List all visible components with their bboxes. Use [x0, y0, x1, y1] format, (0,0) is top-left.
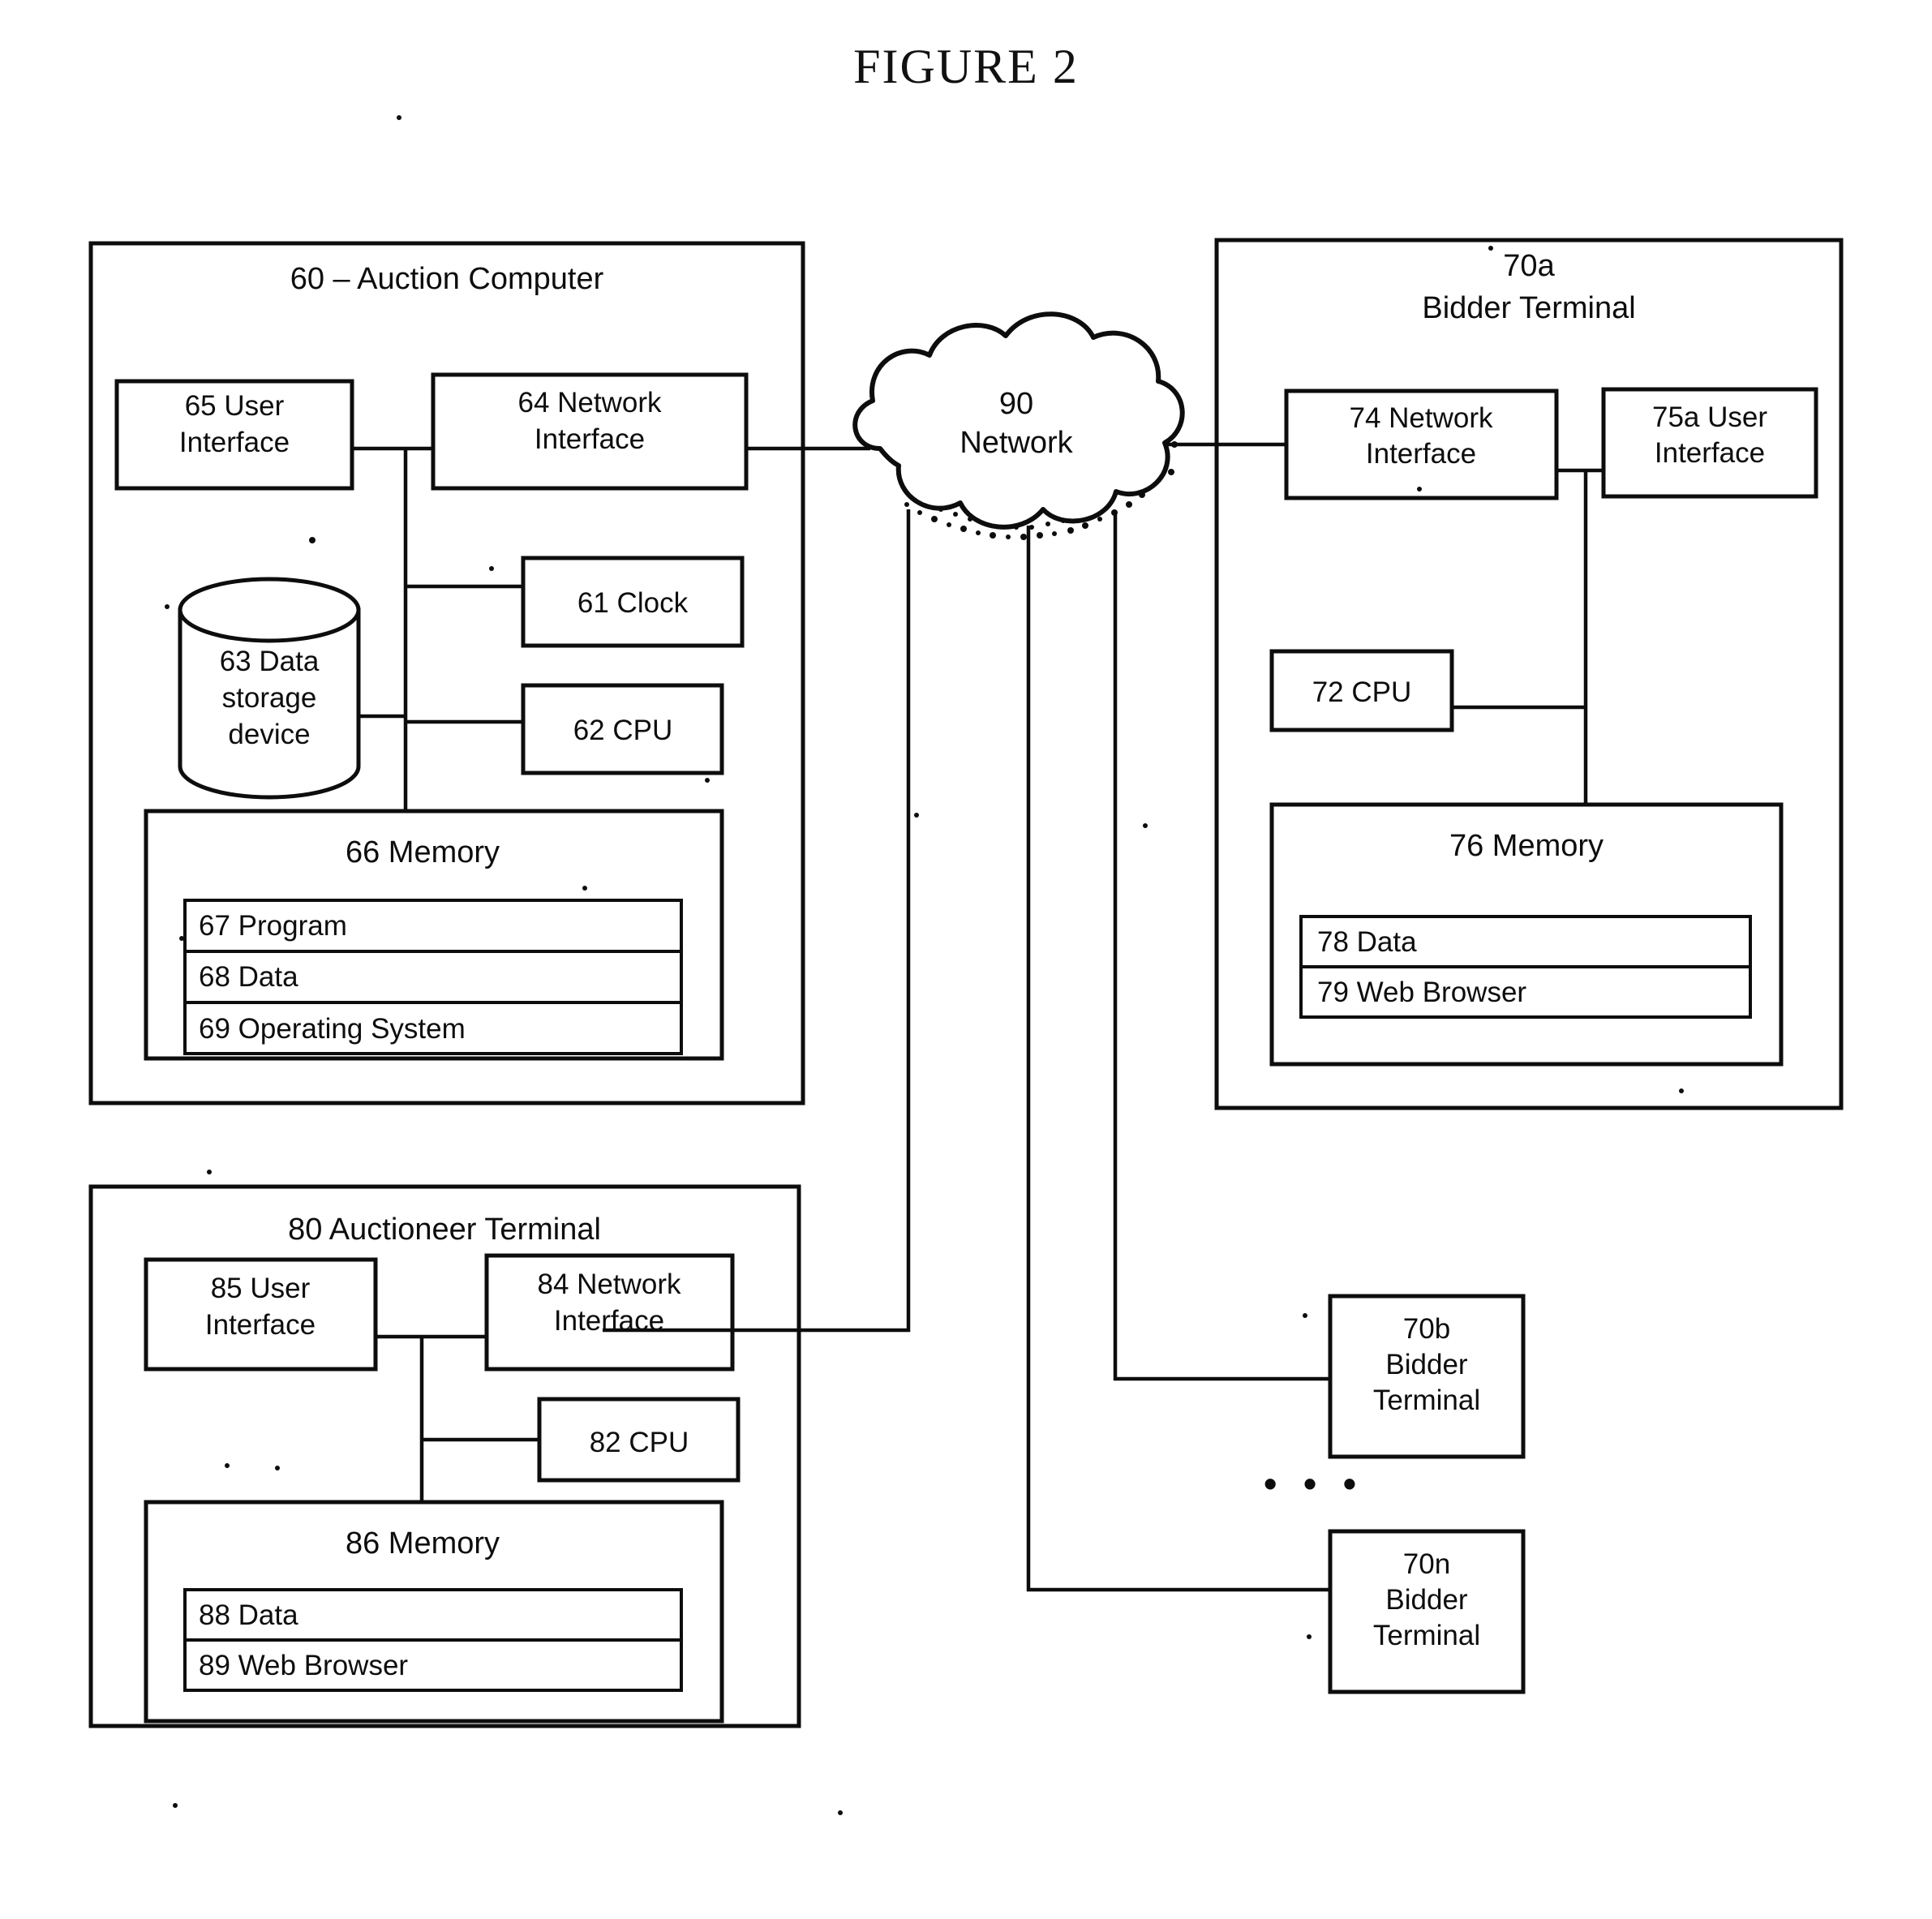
memory-86-title: 86 Memory	[346, 1526, 500, 1561]
network-interface-64-label-line2: Interface	[535, 423, 645, 455]
data-storage-63-label-line3: device	[228, 719, 310, 750]
network-label-line2: Network	[960, 426, 1073, 460]
network-cloud-group: 90 Network	[852, 311, 1185, 540]
network-interface-64-label-line1: 64 Network	[517, 387, 662, 419]
bidder-terminal-70b-label-line2: Bidder	[1385, 1349, 1468, 1380]
network-interface-74-label-line2: Interface	[1366, 438, 1476, 470]
bidder-terminal-70n-label-line3: Terminal	[1373, 1620, 1480, 1651]
network-interface-84-label-line1: 84 Network	[537, 1269, 681, 1300]
network-label-line1: 90	[999, 387, 1033, 421]
bidder-terminal-70a-title-line2: Bidder Terminal	[1422, 291, 1635, 325]
memory-66-row-data-label: 68 Data	[199, 961, 298, 993]
cpu-82-label: 82 CPU	[590, 1427, 689, 1458]
user-interface-65-label-line1: 65 User	[185, 390, 285, 422]
auction-computer-bus-wires	[352, 446, 523, 811]
user-interface-65-label-line2: Interface	[179, 427, 290, 458]
bidder-terminal-70b-label-line3: Terminal	[1373, 1385, 1480, 1416]
network-interface-84-label-line2: Interface	[554, 1305, 664, 1337]
wire-network-to-bidder70n	[1026, 526, 1330, 1592]
cpu-72-label: 72 CPU	[1312, 676, 1412, 708]
other-bidder-terminals-group: 70b Bidder Terminal • • • 70n Bidder Ter…	[1264, 1294, 1526, 1694]
bidder-terminal-70a-boundary	[1214, 238, 1844, 1110]
bidder-terminal-70n-label-line1: 70n	[1403, 1548, 1450, 1580]
data-storage-63-label-line2: storage	[222, 682, 317, 714]
auctioneer-terminal-title: 80 Auctioneer Terminal	[288, 1213, 601, 1247]
bidder-terminal-70a-group: 70a Bidder Terminal 74 Network Interface…	[1214, 238, 1844, 1110]
auction-computer-boundary	[88, 241, 805, 1105]
user-interface-75a-label-line1: 75a User	[1652, 401, 1767, 433]
memory-76-title: 76 Memory	[1449, 829, 1604, 863]
memory-66-title: 66 Memory	[346, 835, 500, 869]
network-connection-wires	[603, 442, 1330, 1592]
network-interface-74-label-line1: 74 Network	[1349, 402, 1493, 434]
data-storage-63-label-line1: 63 Data	[220, 646, 320, 677]
user-interface-75a-label-line2: Interface	[1655, 437, 1765, 469]
wire-network-to-bidder70b	[1113, 513, 1330, 1381]
bidder-70a-bus-wires	[1452, 468, 1604, 805]
memory-86-row-data-label: 88 Data	[199, 1599, 298, 1631]
auctioneer-terminal-boundary	[88, 1184, 801, 1728]
bidder-terminals-ellipsis: • • •	[1264, 1462, 1364, 1505]
user-interface-85-label-line2: Interface	[205, 1309, 316, 1341]
patent-figure-diagram: 60 – Auction Computer 65 User Interface …	[88, 115, 1844, 1815]
bidder-terminal-70b-label-line1: 70b	[1403, 1313, 1450, 1345]
wire-network-to-auctioneer	[603, 509, 911, 1333]
clock-61-label: 61 Clock	[577, 587, 689, 619]
user-interface-85-label-line1: 85 User	[211, 1273, 311, 1304]
memory-76-row-browser-label: 79 Web Browser	[1317, 977, 1526, 1008]
auctioneer-bus-wires	[376, 1334, 539, 1502]
auction-computer-group: 60 – Auction Computer 65 User Interface …	[88, 241, 805, 1105]
bidder-terminal-70a-title-line1: 70a	[1503, 249, 1555, 283]
memory-76-row-data-label: 78 Data	[1317, 926, 1417, 958]
auction-computer-title: 60 – Auction Computer	[290, 262, 604, 296]
cpu-62-label: 62 CPU	[573, 715, 673, 746]
bidder-terminal-70n-label-line2: Bidder	[1385, 1584, 1468, 1616]
auctioneer-terminal-group: 80 Auctioneer Terminal 85 User Interface…	[88, 1184, 801, 1728]
memory-66-row-program-label: 67 Program	[199, 910, 347, 942]
memory-66-row-os-label: 69 Operating System	[199, 1013, 466, 1045]
memory-86-row-browser-label: 89 Web Browser	[199, 1650, 408, 1681]
